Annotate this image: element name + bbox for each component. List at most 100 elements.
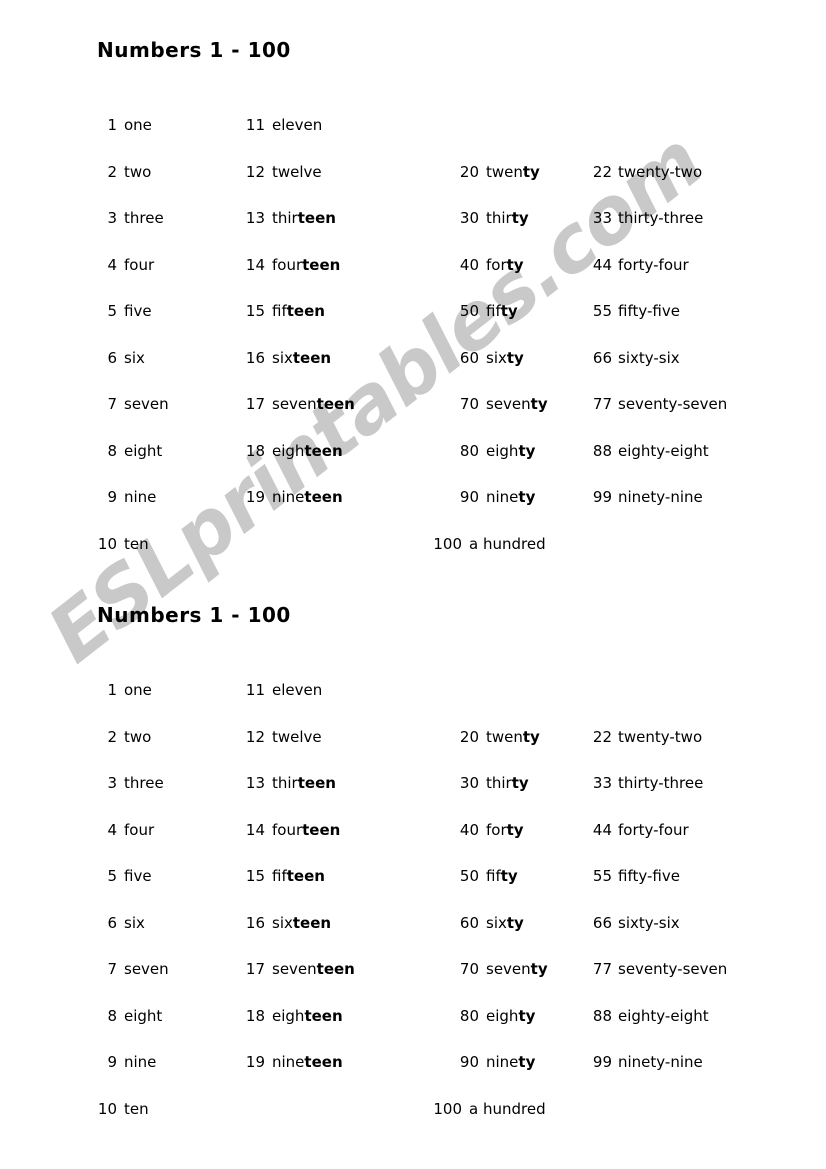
number-word: thirty xyxy=(486,773,529,793)
number-digit: 13 xyxy=(245,209,265,227)
word-suffix-emphasis: teen xyxy=(292,913,332,932)
number-entry: 33 thirty-three xyxy=(590,208,703,228)
number-entry: 9 nine xyxy=(97,487,156,507)
number-entry: 9 nine xyxy=(97,1052,156,1072)
number-word: twelve xyxy=(272,727,322,746)
number-digit: 2 xyxy=(107,162,117,181)
word-suffix-emphasis: ty xyxy=(511,774,529,792)
number-word: seventy-seven xyxy=(618,960,728,978)
number-word: fourteen xyxy=(272,255,340,275)
number-word: four xyxy=(124,820,155,839)
word-suffix-emphasis: teen xyxy=(292,348,332,367)
word-stem: fif xyxy=(486,867,501,885)
number-word: one xyxy=(124,116,152,134)
number-word: six xyxy=(124,348,145,367)
number-word: forty-four xyxy=(618,820,689,839)
word-stem: eigh xyxy=(486,441,519,460)
number-word: eleven xyxy=(272,116,323,134)
number-digit: 17 xyxy=(245,395,265,413)
number-entry: 14 fourteen xyxy=(245,255,340,275)
word-stem: eigh xyxy=(272,1006,305,1025)
number-entry: 14 fourteen xyxy=(245,820,340,840)
number-entry: 33 thirty-three xyxy=(590,773,703,793)
number-digit: 60 xyxy=(459,913,479,932)
number-digit: 6 xyxy=(107,913,117,932)
worksheet-page: ESLprintables.com Numbers 1 - 100 1 one 2 t… xyxy=(0,0,826,1169)
number-word: twenty-two xyxy=(618,727,703,746)
number-entry: 50 fifty xyxy=(447,301,518,321)
word-suffix-emphasis: teen xyxy=(304,1053,343,1071)
number-word: fifty xyxy=(486,301,518,321)
number-word: nineteen xyxy=(272,487,343,507)
number-digit: 14 xyxy=(245,255,265,274)
number-digit: 99 xyxy=(592,1053,612,1071)
number-digit: 4 xyxy=(107,255,117,274)
number-entry: 8 eight xyxy=(97,1006,162,1026)
number-entry: 90 ninety xyxy=(447,1052,535,1072)
number-word: four xyxy=(124,255,155,274)
number-word: fifteen xyxy=(272,301,325,321)
number-digit: 11 xyxy=(245,116,265,134)
number-entry: 40 forty xyxy=(447,820,524,840)
number-entry: 15 fifteen xyxy=(245,866,325,886)
number-digit: 22 xyxy=(592,162,612,181)
number-entry: 17 seventeen xyxy=(245,959,355,979)
number-entry: 4 four xyxy=(97,820,154,840)
number-digit: 66 xyxy=(592,348,612,367)
number-entry: 12 twelve xyxy=(245,162,322,182)
number-entry: 22 twenty-two xyxy=(590,162,702,182)
number-entry: 6 six xyxy=(97,348,145,368)
number-digit: 4 xyxy=(107,820,117,839)
number-digit: 90 xyxy=(459,488,479,506)
word-stem: nine xyxy=(486,488,519,506)
number-entry: 60 sixty xyxy=(447,913,524,933)
number-entry: 100 a hundred xyxy=(430,1099,545,1119)
number-entry: 16 sixteen xyxy=(245,913,331,933)
number-entry: 90 ninety xyxy=(447,487,535,507)
number-entry: 77 seventy-seven xyxy=(590,959,727,979)
word-stem: four xyxy=(272,820,303,839)
word-stem: seven xyxy=(272,960,317,978)
number-entry: 7 seven xyxy=(97,394,168,414)
number-digit: 88 xyxy=(592,1006,612,1025)
number-entry: 11 eleven xyxy=(245,680,322,700)
word-suffix-emphasis: teen xyxy=(304,488,343,506)
word-stem: for xyxy=(486,820,507,839)
number-entry: 100 a hundred xyxy=(430,534,546,554)
number-entry: 3 three xyxy=(97,773,163,793)
number-word: eighty xyxy=(486,1006,535,1026)
number-digit: 40 xyxy=(459,255,479,274)
word-suffix-emphasis: ty xyxy=(522,162,540,181)
word-suffix-emphasis: teen xyxy=(316,395,355,413)
word-suffix-emphasis: teen xyxy=(304,1006,343,1025)
word-suffix-emphasis: ty xyxy=(506,913,524,932)
number-digit: 1 xyxy=(107,681,117,699)
word-suffix-emphasis: teen xyxy=(297,774,336,792)
number-digit: 5 xyxy=(107,867,117,885)
page-title: Numbers 1 - 100 xyxy=(97,603,291,627)
number-word: ninety xyxy=(486,1052,535,1072)
word-suffix-emphasis: teen xyxy=(302,255,341,274)
number-digit: 90 xyxy=(459,1053,479,1071)
number-entry: 10 ten xyxy=(97,1099,149,1119)
number-digit: 16 xyxy=(245,348,265,367)
number-word: a hundred xyxy=(469,534,546,553)
number-digit: 66 xyxy=(592,913,612,932)
number-word: ninety-nine xyxy=(618,488,703,506)
word-stem: six xyxy=(272,913,293,932)
number-entry: 1 one xyxy=(97,115,152,135)
word-suffix-emphasis: ty xyxy=(500,302,518,320)
number-word: nineteen xyxy=(272,1052,343,1072)
number-entry: 4 four xyxy=(97,255,154,275)
word-suffix-emphasis: ty xyxy=(518,1053,536,1071)
number-word: seventy-seven xyxy=(618,395,728,413)
number-entry: 80 eighty xyxy=(447,1006,535,1026)
number-word: forty xyxy=(486,255,524,275)
number-word: fifty-five xyxy=(618,867,680,885)
number-entry: 16 sixteen xyxy=(245,348,331,368)
word-suffix-emphasis: ty xyxy=(530,960,548,978)
number-entry: 1 one xyxy=(97,680,151,700)
number-word: seventeen xyxy=(272,394,355,414)
word-suffix-emphasis: ty xyxy=(511,209,529,227)
number-entry: 15 fifteen xyxy=(245,301,325,321)
